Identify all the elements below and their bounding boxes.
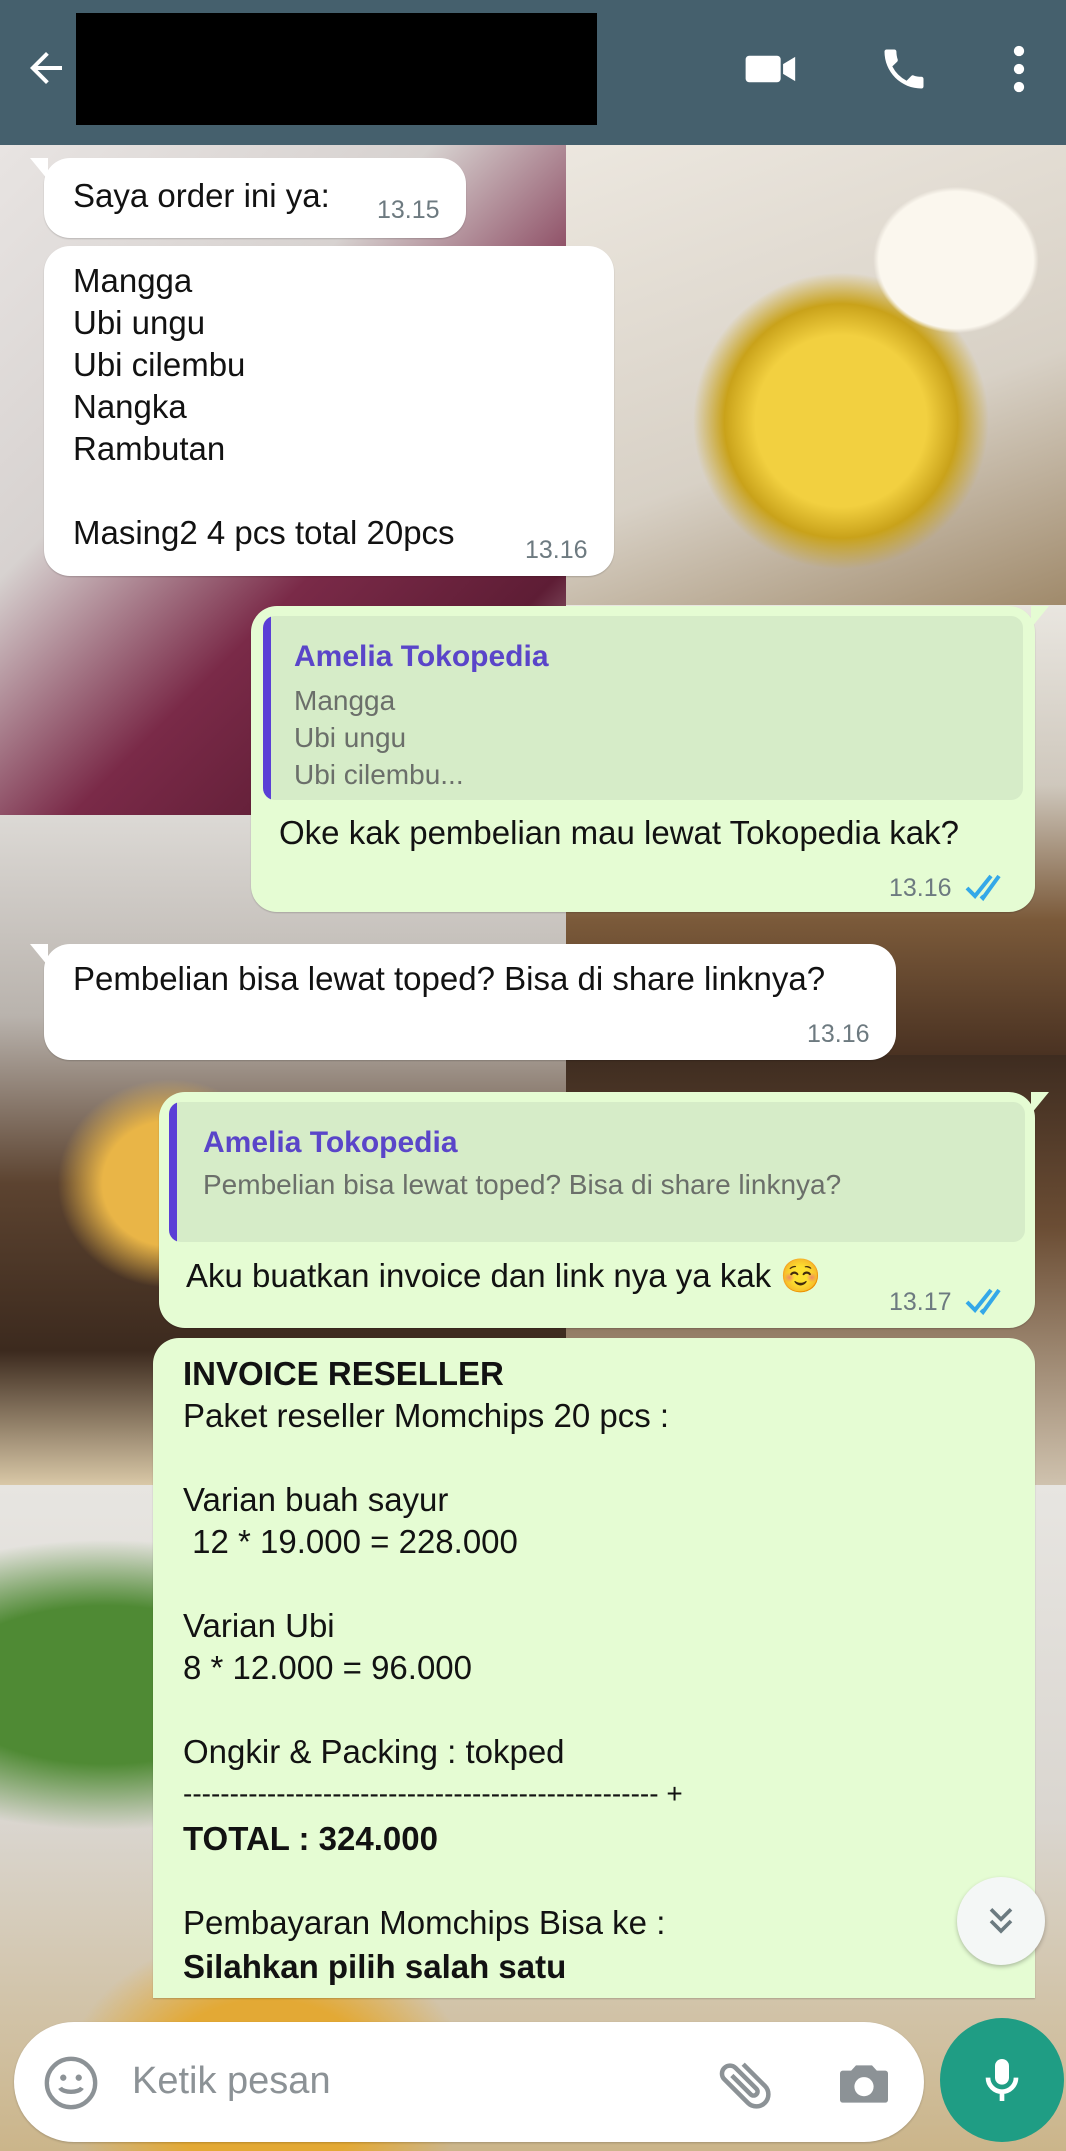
message-time: 13.16 xyxy=(889,874,952,902)
invoice-line: Varian Ubi xyxy=(183,1607,335,1644)
invoice-line: Pembayaran Momchips Bisa ke : xyxy=(183,1904,666,1941)
outgoing-message[interactable]: Amelia Tokopedia Mangga Ubi ungu Ubi cil… xyxy=(251,606,1049,912)
incoming-message[interactable]: Pembelian bisa lewat toped? Bisa di shar… xyxy=(30,944,896,1060)
camera-icon[interactable] xyxy=(832,2052,896,2116)
message-input-bar[interactable]: Ketik pesan xyxy=(14,2022,924,2142)
message-time: 13.16 xyxy=(807,1020,870,1048)
message-line: Rambutan xyxy=(73,430,226,467)
quoted-message[interactable]: Amelia Tokopedia Mangga Ubi ungu Ubi cil… xyxy=(263,616,1023,800)
message-text: Aku buatkan invoice dan link nya ya kak … xyxy=(186,1257,822,1294)
contact-name-redacted[interactable] xyxy=(76,13,597,125)
invoice-divider: ----------------------------------------… xyxy=(183,1778,683,1809)
quote-line: Ubi ungu xyxy=(294,722,407,753)
attach-icon[interactable] xyxy=(714,2052,778,2116)
invoice-line: 12 * 19.000 = 228.000 xyxy=(183,1523,518,1560)
mic-button[interactable] xyxy=(940,2018,1064,2142)
message-line: Ubi ungu xyxy=(73,304,206,341)
message-text: Pembelian bisa lewat toped? Bisa di shar… xyxy=(73,960,826,997)
mic-icon xyxy=(985,2059,1019,2101)
back-arrow-icon[interactable] xyxy=(16,38,76,98)
invoice-line: Silahkan pilih salah satu xyxy=(183,1948,567,1985)
bubble-tail xyxy=(1031,606,1049,628)
message-line: Mangga xyxy=(73,262,193,299)
invoice-line: Ongkir & Packing : tokped xyxy=(183,1733,565,1770)
double-chevron-down-icon xyxy=(989,1908,1013,1934)
bubble-tail xyxy=(1031,1092,1049,1114)
more-options-icon[interactable] xyxy=(988,38,1050,100)
invoice-title: INVOICE RESELLER xyxy=(183,1355,504,1392)
scroll-to-bottom-button[interactable] xyxy=(957,1877,1045,1965)
invoice-total: TOTAL : 324.000 xyxy=(183,1820,438,1857)
bubble-tail xyxy=(30,944,48,966)
bubble-tail xyxy=(30,158,48,180)
read-ticks-icon xyxy=(965,874,1001,902)
chat-header xyxy=(0,0,1066,145)
quote-sender-name: Amelia Tokopedia xyxy=(294,640,549,673)
video-call-icon[interactable] xyxy=(740,38,802,100)
incoming-message[interactable]: Saya order ini ya: 13.15 xyxy=(30,158,466,238)
wallpaper-photo xyxy=(566,145,1066,605)
quoted-message[interactable]: Amelia Tokopedia Pembelian bisa lewat to… xyxy=(169,1102,1025,1242)
read-ticks-icon xyxy=(965,1288,1001,1316)
quote-bar xyxy=(169,1102,177,1242)
message-line: Nangka xyxy=(73,388,187,425)
message-line: Masing2 4 pcs total 20pcs xyxy=(73,514,455,551)
message-input[interactable]: Ketik pesan xyxy=(132,2060,331,2103)
message-text: Saya order ini ya: xyxy=(73,177,330,214)
quote-line: Pembelian bisa lewat toped? Bisa di shar… xyxy=(203,1169,842,1200)
outgoing-message[interactable]: Amelia Tokopedia Pembelian bisa lewat to… xyxy=(159,1092,1049,1328)
incoming-message[interactable]: Mangga Ubi ungu Ubi cilembu Nangka Rambu… xyxy=(44,246,614,576)
message-line: Ubi cilembu xyxy=(73,346,246,383)
quote-line: Mangga xyxy=(294,685,396,716)
message-time: 13.16 xyxy=(525,536,588,564)
phone-call-icon[interactable] xyxy=(873,38,935,100)
invoice-line: 8 * 12.000 = 96.000 xyxy=(183,1649,473,1686)
message-time: 13.15 xyxy=(377,196,440,224)
message-text: Oke kak pembelian mau lewat Tokopedia ka… xyxy=(279,814,959,851)
invoice-line: Varian buah sayur xyxy=(183,1481,449,1518)
message-time: 13.17 xyxy=(889,1288,952,1316)
emoji-icon[interactable] xyxy=(42,2054,100,2112)
outgoing-message-invoice[interactable]: INVOICE RESELLER Paket reseller Momchips… xyxy=(153,1338,1035,1998)
quote-line: Ubi cilembu... xyxy=(294,759,464,790)
invoice-line: Paket reseller Momchips 20 pcs : xyxy=(183,1397,670,1434)
quote-bar xyxy=(263,616,271,800)
quote-sender-name: Amelia Tokopedia xyxy=(203,1126,458,1159)
